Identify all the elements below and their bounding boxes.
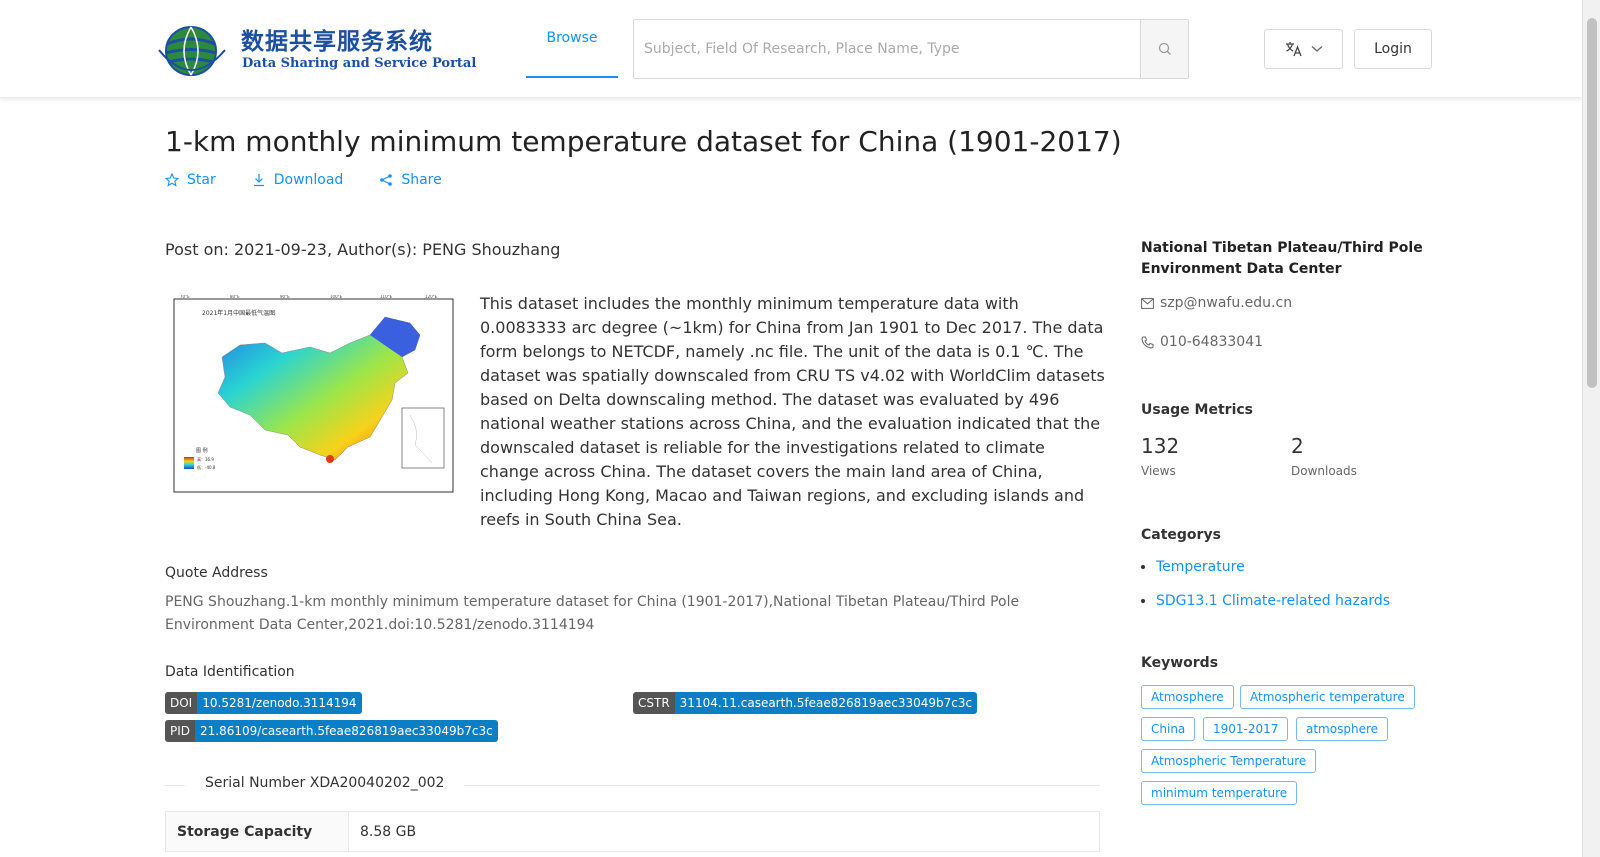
table-cell-key: Storage Capacity	[166, 812, 349, 851]
share-icon	[380, 174, 393, 186]
views-metric: 132 Views	[1141, 434, 1261, 478]
pid-badge[interactable]: PID 21.86109/casearth.5feae826819aec3304…	[165, 720, 498, 742]
keyword-tag[interactable]: Atmospheric Temperature	[1141, 749, 1317, 773]
category-link[interactable]: Temperature	[1141, 559, 1441, 575]
map-legend-low: 低：-40.8	[197, 464, 216, 470]
download-button[interactable]: Download	[252, 172, 344, 188]
downloads-label: Downloads	[1291, 464, 1357, 478]
usage-metrics-title: Usage Metrics	[1141, 402, 1253, 418]
categories-title: Categorys	[1141, 527, 1221, 543]
share-label: Share	[401, 172, 442, 188]
keyword-tag[interactable]: Atmosphere	[1141, 685, 1234, 709]
doi-badge-key: DOI	[165, 692, 198, 714]
keyword-tag[interactable]: China	[1141, 717, 1196, 741]
table-row: Storage Capacity 8.58 GB	[166, 812, 1099, 852]
svg-text:110°E: 110°E	[380, 295, 393, 299]
downloads-metric: 2 Downloads	[1291, 434, 1411, 478]
download-icon	[253, 174, 264, 187]
login-button[interactable]: Login	[1354, 29, 1432, 69]
pid-badge-key: PID	[165, 720, 196, 742]
doi-badge-value: 10.5281/zenodo.3114194	[197, 692, 362, 714]
category-label: Temperature	[1156, 559, 1245, 575]
views-label: Views	[1141, 464, 1176, 478]
map-legend-high: 高：36.9	[197, 456, 214, 462]
dataset-thumbnail[interactable]: 70°E 80°E 90°E 100°E 110°E 120°E 2021年1月中国最低…	[170, 294, 457, 498]
top-header: 数据共享服务系统 Data Sharing and Service Portal…	[0, 0, 1582, 98]
page-scrollbar[interactable]	[1582, 0, 1600, 857]
organization-name: National Tibetan Plateau/Third Pole Envi…	[1141, 240, 1423, 277]
chevron-down-icon	[1311, 46, 1322, 52]
serial-number: Serial Number XDA20040202_002	[185, 775, 465, 791]
china-temperature-map: 70°E 80°E 90°E 100°E 110°E 120°E 2021年1月中国最低…	[173, 294, 454, 493]
logo-chinese-title: 数据共享服务系统	[241, 28, 433, 55]
star-icon	[165, 173, 179, 187]
star-label: Star	[187, 172, 216, 188]
portal-logo[interactable]: 数据共享服务系统 Data Sharing and Service Portal	[153, 20, 476, 80]
table-cell-value: 8.58 GB	[360, 823, 417, 840]
contact-email: szp@nwafu.edu.cn	[1141, 295, 1441, 311]
metadata-table: Storage Capacity 8.58 GB	[165, 811, 1100, 852]
map-caption: 2021年1月中国最低气温图	[202, 309, 275, 317]
download-label: Download	[273, 172, 344, 188]
pid-badge-value: 21.86109/casearth.5feae826819aec33049b7c…	[195, 720, 498, 742]
email-text: szp@nwafu.edu.cn	[1160, 295, 1293, 311]
category-link[interactable]: SDG13.1 Climate-related hazards	[1141, 593, 1441, 609]
phone-text: 010-64833041	[1160, 334, 1264, 350]
language-switcher[interactable]	[1264, 29, 1343, 69]
search-button[interactable]	[1140, 20, 1188, 78]
keyword-tag[interactable]: minimum temperature	[1141, 781, 1298, 805]
keyword-tag[interactable]: atmosphere	[1296, 717, 1388, 741]
keyword-tag[interactable]: Atmospheric temperature	[1240, 685, 1415, 709]
cstr-badge[interactable]: CSTR 31104.11.casearth.5feae826819aec330…	[633, 692, 978, 714]
dataset-actions: Star Download Share	[165, 172, 478, 188]
bullet-icon	[1141, 599, 1145, 603]
bullet-icon	[1141, 565, 1145, 569]
svg-text:100°E: 100°E	[330, 295, 343, 299]
svg-text:120°E: 120°E	[425, 295, 438, 299]
logo-english-title: Data Sharing and Service Portal	[242, 56, 477, 71]
search-icon	[1158, 42, 1171, 55]
contact-phone: 010-64833041	[1141, 334, 1441, 350]
keywords-title: Keywords	[1141, 655, 1219, 671]
translate-icon	[1285, 42, 1302, 57]
search-input[interactable]	[634, 20, 1140, 78]
dataset-description: This dataset includes the monthly minimu…	[480, 294, 1105, 529]
share-button[interactable]: Share	[379, 172, 442, 188]
downloads-count: 2	[1291, 434, 1304, 458]
svg-text:70°E: 70°E	[180, 295, 190, 299]
doi-badge[interactable]: DOI 10.5281/zenodo.3114194	[165, 692, 362, 714]
views-count: 132	[1141, 434, 1180, 458]
svg-text:80°E: 80°E	[230, 295, 240, 299]
globe-logo-icon	[158, 26, 226, 76]
keyword-tag[interactable]: 1901-2017	[1203, 717, 1289, 741]
scrollbar-thumb[interactable]	[1587, 18, 1597, 388]
quote-address-text: PENG Shouzhang.1-km monthly minimum temp…	[165, 594, 1020, 633]
cstr-badge-key: CSTR	[633, 692, 675, 714]
post-info: Post on: 2021-09-23, Author(s): PENG Sho…	[165, 240, 561, 259]
star-button[interactable]: Star	[165, 172, 216, 188]
cstr-badge-value: 31104.11.casearth.5feae826819aec33049b7c…	[674, 692, 978, 714]
phone-icon	[1141, 336, 1154, 349]
map-legend-title: 图 例	[196, 447, 208, 454]
mail-icon	[1141, 297, 1154, 309]
category-label: SDG13.1 Climate-related hazards	[1156, 593, 1391, 609]
page-title: 1-km monthly minimum temperature dataset…	[165, 125, 1122, 158]
data-identification-label: Data Identification	[165, 664, 295, 680]
search-bar	[633, 19, 1189, 79]
quote-address-label: Quote Address	[165, 565, 268, 581]
nav-browse[interactable]: Browse	[526, 0, 618, 78]
svg-text:90°E: 90°E	[280, 295, 290, 299]
